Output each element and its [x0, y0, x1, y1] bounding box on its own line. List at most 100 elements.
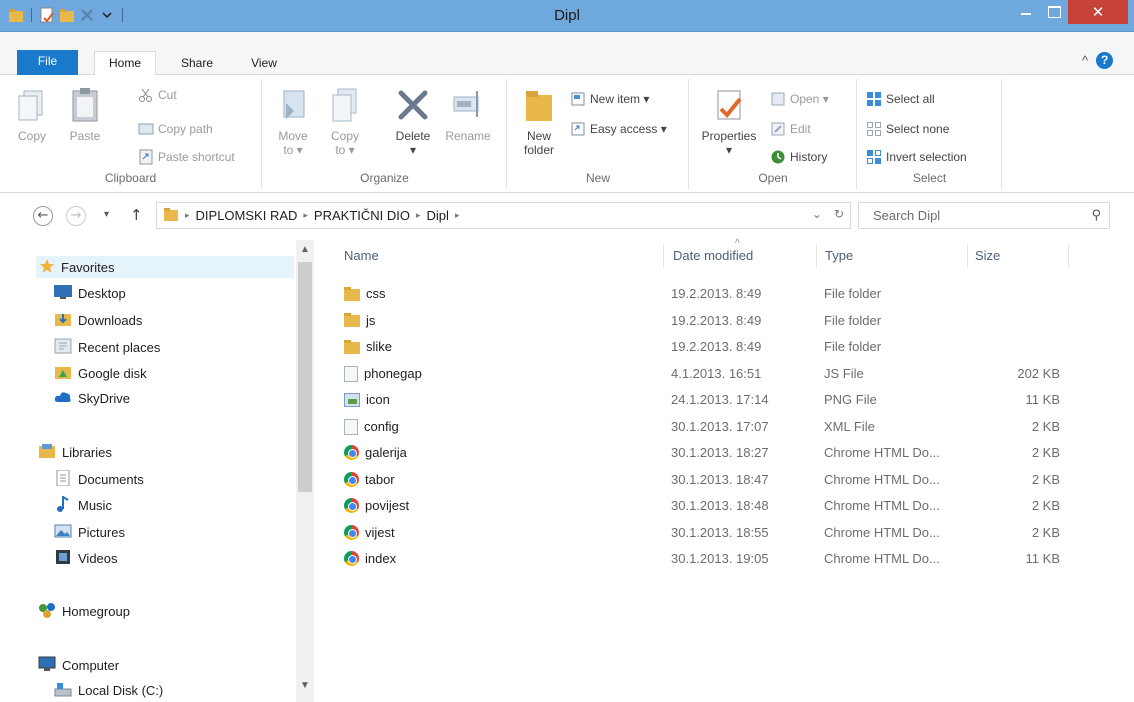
invert-selection-button[interactable]: Invert selection	[866, 149, 967, 165]
breadcrumb-separator[interactable]: ▸	[416, 210, 421, 221]
search-input[interactable]: Search Dipl ⚲	[858, 202, 1110, 229]
recent-locations-button[interactable]: ▾	[104, 209, 109, 220]
paste-button[interactable]: Paste	[62, 85, 108, 143]
breadcrumb-item[interactable]: PRAKTIČNI DIO	[314, 208, 410, 223]
file-name: index	[365, 551, 397, 566]
table-row[interactable]: vijest 30.1.2013. 18:55 Chrome HTML Do... 2…	[330, 520, 1060, 546]
copy-label: Copy	[17, 129, 46, 143]
table-row[interactable]: phonegap 4.1.2013. 16:51 JS File 202 KB	[330, 361, 1060, 387]
scroll-up-icon[interactable]: ▲	[296, 244, 314, 255]
column-header-name[interactable]: Name	[344, 248, 379, 263]
search-placeholder: Search Dipl	[873, 208, 941, 223]
select-none-button[interactable]: Select none	[866, 121, 949, 137]
tab-view[interactable]: View	[240, 52, 288, 75]
paste-shortcut-button[interactable]: Paste shortcut	[138, 149, 235, 165]
edit-button[interactable]: Edit	[770, 121, 811, 137]
copy-button[interactable]: Copy	[12, 85, 52, 143]
table-row[interactable]: icon 24.1.2013. 17:14 PNG File 11 KB	[330, 387, 1060, 413]
sidebar-item-recent-places[interactable]: Recent places	[54, 338, 160, 357]
maximize-button[interactable]	[1040, 0, 1067, 24]
delete-button[interactable]: Delete ▾	[389, 85, 437, 157]
table-row[interactable]: js 19.2.2013. 8:49 File folder	[330, 308, 1050, 334]
column-divider[interactable]	[967, 244, 968, 268]
navigation-pane: Favorites Desktop Downloads Recent place…	[0, 240, 318, 702]
table-row[interactable]: config 30.1.2013. 17:07 XML File 2 KB	[330, 414, 1060, 440]
file-name: js	[366, 312, 376, 328]
table-row[interactable]: tabor 30.1.2013. 18:47 Chrome HTML Do... 2 …	[330, 467, 1060, 493]
history-button[interactable]: History	[770, 149, 827, 165]
minimize-button[interactable]	[1012, 0, 1039, 24]
sidebar-item-pictures[interactable]: Pictures	[54, 523, 125, 542]
disk-drive-icon	[54, 681, 72, 700]
up-button[interactable]: ↑	[130, 206, 143, 224]
breadcrumb-separator[interactable]: ▸	[455, 210, 460, 221]
tab-share[interactable]: Share	[172, 52, 222, 75]
navigation-pane-scrollbar[interactable]: ▲ ▼	[296, 240, 314, 702]
column-divider[interactable]	[1068, 244, 1069, 268]
back-button[interactable]: ←	[33, 206, 53, 226]
search-icon[interactable]: ⚲	[1091, 207, 1101, 223]
new-folder-button[interactable]: New folder	[516, 85, 562, 157]
file-type: XML File	[824, 418, 875, 434]
scrollbar-thumb[interactable]	[298, 262, 312, 492]
sidebar-item-desktop[interactable]: Desktop	[54, 285, 126, 302]
cut-button[interactable]: Cut	[138, 87, 177, 103]
move-to-button[interactable]: Move to ▾	[273, 85, 313, 157]
new-group: New folder New item ▾ Easy access ▾ New	[508, 79, 689, 189]
breadcrumb-separator[interactable]: ▸	[303, 210, 308, 221]
column-divider[interactable]	[816, 244, 817, 268]
breadcrumb-item[interactable]: DIPLOMSKI RAD	[196, 208, 298, 223]
open-button[interactable]: Open ▾	[770, 91, 829, 107]
collapse-ribbon-icon[interactable]: ^	[1082, 53, 1088, 68]
breadcrumb-separator[interactable]: ▸	[185, 210, 190, 221]
sidebar-item-downloads[interactable]: Downloads	[54, 311, 142, 330]
file-size: 11 KB	[1025, 551, 1060, 566]
sidebar-item-homegroup[interactable]: Homegroup	[38, 602, 130, 621]
file-name: povijest	[365, 498, 410, 513]
tab-file[interactable]: File	[17, 50, 78, 75]
sidebar-item-videos[interactable]: Videos	[54, 549, 118, 568]
address-bar[interactable]: ▸ DIPLOMSKI RAD ▸ PRAKTIČNI DIO ▸ Dipl ▸…	[156, 202, 851, 229]
file-type: File folder	[824, 286, 882, 301]
sidebar-item-favorites[interactable]: Favorites	[36, 256, 294, 278]
sidebar-item-computer[interactable]: Computer	[38, 656, 119, 675]
file-name: slike	[366, 339, 393, 354]
file-name-cell: config	[344, 418, 399, 435]
column-divider[interactable]	[663, 244, 664, 268]
sidebar-item-music[interactable]: Music	[54, 495, 112, 515]
sidebar-item-local-disk[interactable]: Local Disk (C:)	[54, 681, 163, 700]
table-row[interactable]: slike 19.2.2013. 8:49 File folder	[330, 334, 1050, 360]
help-icon[interactable]: ?	[1096, 52, 1114, 69]
sidebar-item-documents[interactable]: Documents	[54, 469, 144, 489]
close-button[interactable]: ✕	[1068, 0, 1128, 24]
breadcrumb-item[interactable]: Dipl	[427, 208, 449, 223]
refresh-icon[interactable]: ↻	[834, 207, 844, 221]
select-all-button[interactable]: Select all	[866, 91, 935, 107]
new-item-button[interactable]: New item ▾	[570, 91, 649, 107]
file-type: Chrome HTML Do...	[824, 551, 940, 566]
png-icon	[344, 392, 360, 407]
address-dropdown-icon[interactable]: ⌄	[812, 207, 822, 221]
tab-home[interactable]: Home	[94, 51, 156, 75]
sidebar-item-google-disk[interactable]: Google disk	[54, 364, 147, 383]
copy-path-button[interactable]: Copy path	[138, 121, 213, 137]
sidebar-item-skydrive[interactable]: SkyDrive	[54, 390, 130, 407]
scroll-down-icon[interactable]: ▼	[296, 680, 314, 691]
column-header-size[interactable]: Size	[975, 248, 1000, 263]
table-row[interactable]: galerija 30.1.2013. 18:27 Chrome HTML Do..…	[330, 440, 1060, 466]
sidebar-item-libraries[interactable]: Libraries	[38, 443, 112, 462]
table-row[interactable]: index 30.1.2013. 19:05 Chrome HTML Do... 11…	[330, 546, 1060, 572]
organize-group: Move to ▾ Copy to ▾ Delete ▾ Rename Orga…	[263, 79, 507, 189]
table-row[interactable]: povijest 30.1.2013. 18:48 Chrome HTML Do..…	[330, 493, 1060, 519]
rename-button[interactable]: Rename	[441, 85, 495, 143]
column-header-type[interactable]: Type	[825, 248, 853, 263]
column-header-date[interactable]: Date modified	[673, 248, 753, 263]
file-name-cell: css	[344, 286, 386, 301]
table-row[interactable]: css 19.2.2013. 8:49 File folder	[330, 281, 1050, 307]
content-area: Favorites Desktop Downloads Recent place…	[0, 238, 1134, 702]
forward-button[interactable]: →	[66, 206, 86, 226]
properties-button[interactable]: Properties ▾	[694, 85, 764, 157]
easy-access-button[interactable]: Easy access ▾	[570, 121, 667, 137]
file-type: Chrome HTML Do...	[824, 498, 940, 513]
copy-to-button[interactable]: Copy to ▾	[325, 85, 365, 157]
